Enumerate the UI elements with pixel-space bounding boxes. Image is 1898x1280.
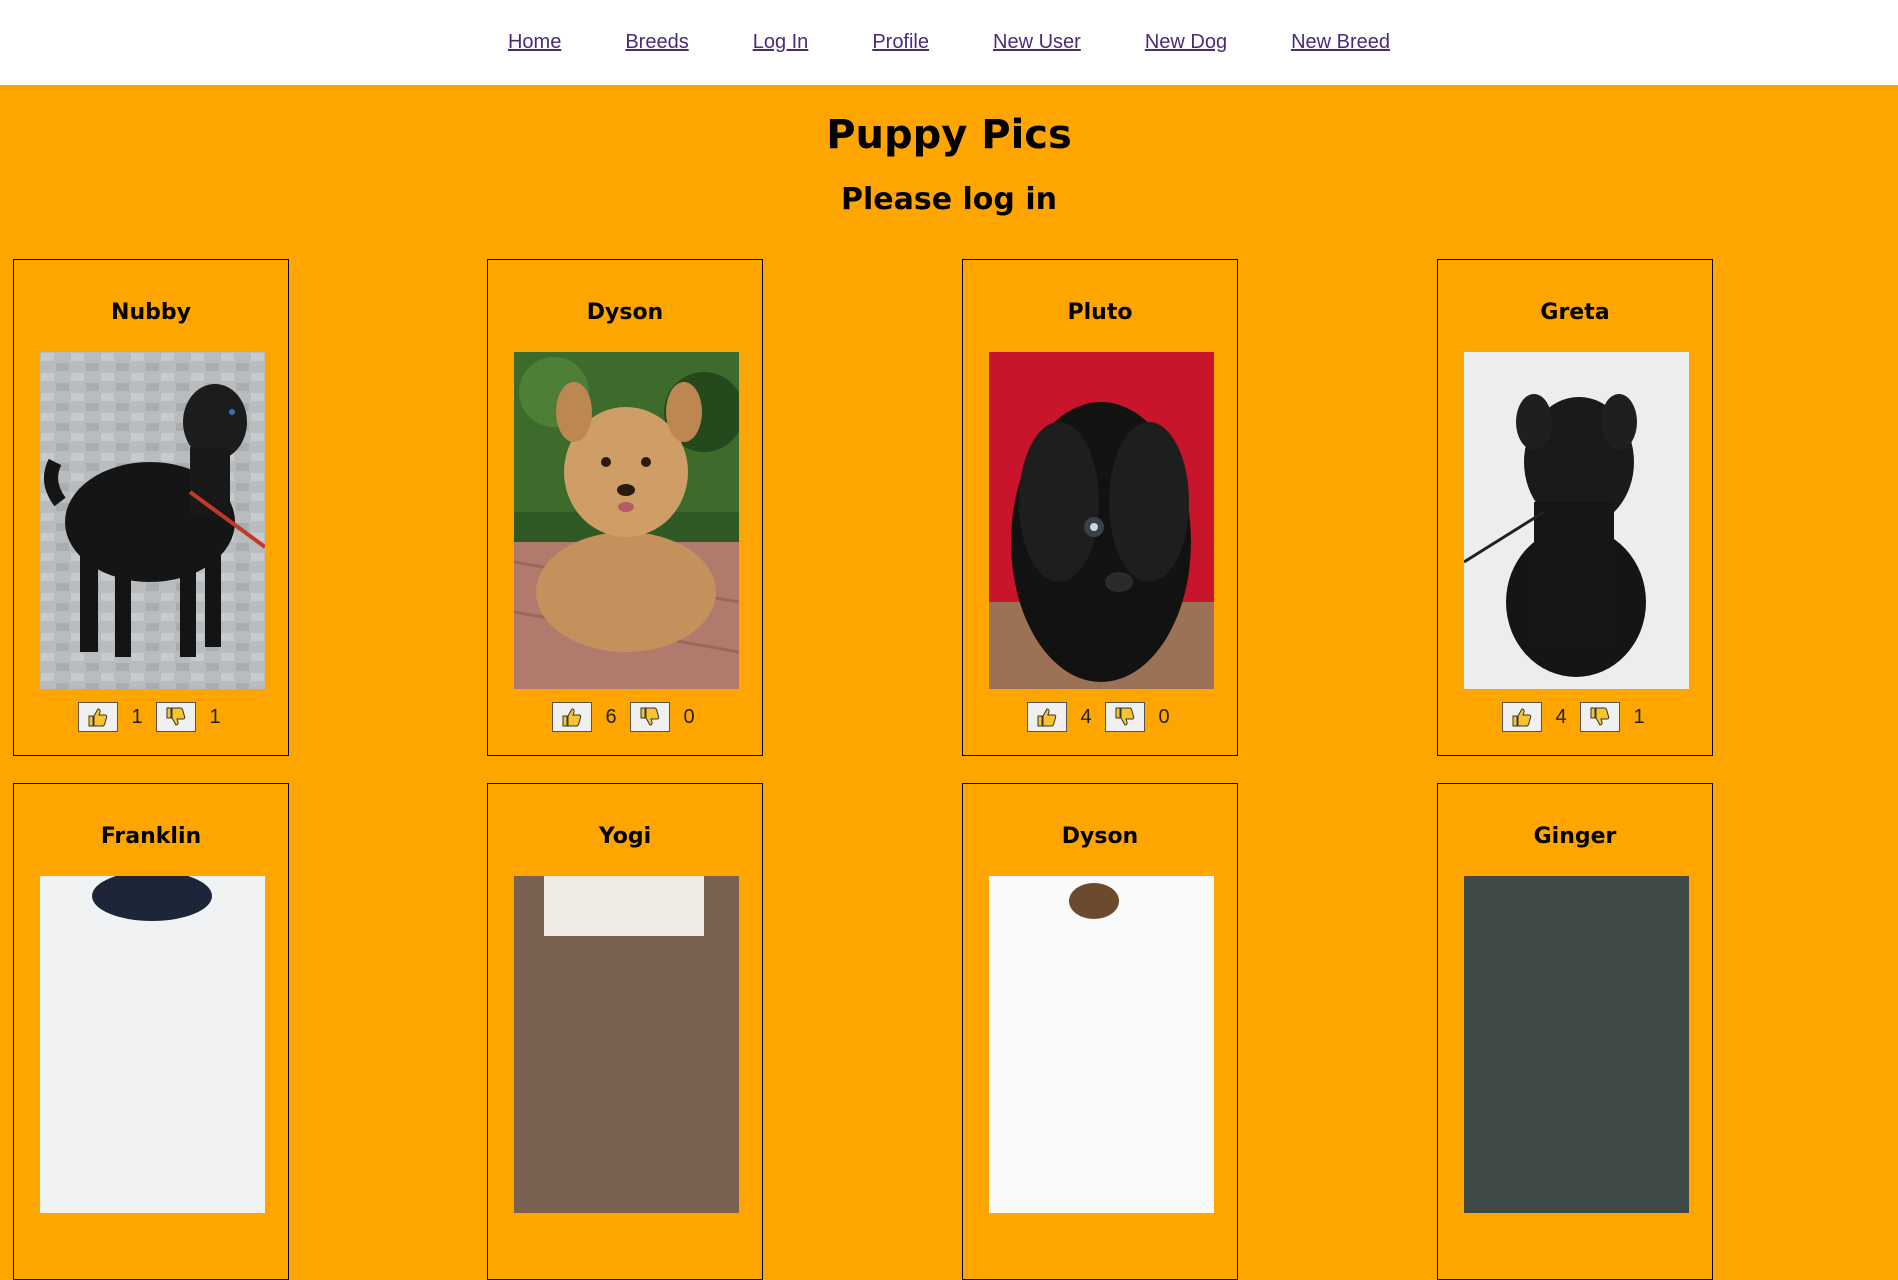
dog-name: Yogi bbox=[598, 824, 652, 849]
dog-card: Nubby 1 1 bbox=[13, 259, 289, 756]
dog-photo bbox=[1464, 876, 1689, 1213]
up-count: 1 bbox=[131, 705, 143, 728]
thumbs-down-icon bbox=[166, 707, 186, 726]
nav-new-user-link[interactable]: New User bbox=[993, 31, 1081, 54]
dog-card: Ginger bbox=[1437, 783, 1713, 1280]
vote-bar: 4 1 bbox=[1438, 702, 1712, 732]
nav-new-dog-link[interactable]: New Dog bbox=[1145, 31, 1227, 54]
thumbs-down-button[interactable] bbox=[1580, 702, 1620, 732]
down-count: 1 bbox=[209, 705, 221, 728]
thumbs-up-button[interactable] bbox=[552, 702, 592, 732]
thumbs-down-icon bbox=[1115, 707, 1135, 726]
dog-card: Franklin bbox=[13, 783, 289, 1280]
dog-name: Dyson bbox=[1061, 824, 1139, 849]
nav-login-link[interactable]: Log In bbox=[753, 31, 809, 54]
dog-photo bbox=[989, 352, 1214, 689]
thumbs-down-button[interactable] bbox=[1105, 702, 1145, 732]
dog-photo bbox=[989, 876, 1214, 1213]
down-count: 1 bbox=[1633, 705, 1645, 728]
up-count: 6 bbox=[605, 705, 617, 728]
dog-photo bbox=[40, 352, 265, 689]
thumbs-up-icon bbox=[1037, 708, 1057, 727]
dog-photo bbox=[1464, 352, 1689, 689]
dog-card: Dyson bbox=[962, 783, 1238, 1280]
nav-home-link[interactable]: Home bbox=[508, 31, 561, 54]
dog-name: Franklin bbox=[100, 824, 202, 849]
thumbs-down-button[interactable] bbox=[630, 702, 670, 732]
dog-name: Nubby bbox=[111, 300, 191, 325]
thumbs-up-button[interactable] bbox=[1027, 702, 1067, 732]
dog-photo bbox=[514, 352, 739, 689]
dog-card: Pluto 4 0 bbox=[962, 259, 1238, 756]
page-subtitle: Please log in bbox=[841, 182, 1057, 217]
thumbs-up-button[interactable] bbox=[78, 702, 118, 732]
up-count: 4 bbox=[1555, 705, 1567, 728]
dog-card: Greta 4 1 bbox=[1437, 259, 1713, 756]
thumbs-down-icon bbox=[640, 707, 660, 726]
nav-profile-link[interactable]: Profile bbox=[872, 31, 929, 54]
dog-card: Yogi bbox=[487, 783, 763, 1280]
dog-photo bbox=[40, 876, 265, 1213]
vote-bar: 4 0 bbox=[963, 702, 1237, 732]
thumbs-down-icon bbox=[1590, 707, 1610, 726]
dog-name: Greta bbox=[1540, 300, 1610, 325]
thumbs-up-icon bbox=[88, 708, 108, 727]
dog-card: Dyson 6 0 bbox=[487, 259, 763, 756]
thumbs-up-icon bbox=[1512, 708, 1532, 727]
up-count: 4 bbox=[1080, 705, 1092, 728]
down-count: 0 bbox=[1158, 705, 1170, 728]
down-count: 0 bbox=[683, 705, 695, 728]
nav-new-breed-link[interactable]: New Breed bbox=[1291, 31, 1390, 54]
thumbs-up-button[interactable] bbox=[1502, 702, 1542, 732]
nav-breeds-link[interactable]: Breeds bbox=[625, 31, 688, 54]
vote-bar: 1 1 bbox=[14, 702, 288, 732]
vote-bar: 6 0 bbox=[488, 702, 762, 732]
dog-name: Dyson bbox=[586, 300, 664, 325]
dog-name: Ginger bbox=[1533, 824, 1617, 849]
page-title: Puppy Pics bbox=[826, 112, 1072, 158]
dog-photo bbox=[514, 876, 739, 1213]
thumbs-down-button[interactable] bbox=[156, 702, 196, 732]
dog-name: Pluto bbox=[1067, 300, 1133, 325]
thumbs-up-icon bbox=[562, 708, 582, 727]
top-nav: Home Breeds Log In Profile New User New … bbox=[0, 0, 1898, 85]
